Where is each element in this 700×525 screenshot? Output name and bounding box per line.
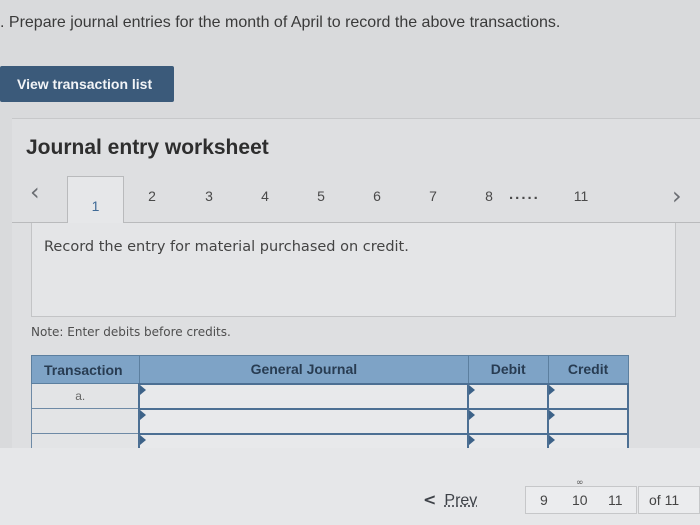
page-selector: 9 10 11 — [525, 486, 637, 514]
table-row — [31, 407, 629, 435]
tab-11[interactable]: 11 — [569, 188, 593, 204]
page-11-button[interactable]: 11 — [608, 492, 623, 508]
chevron-left-icon: < — [423, 490, 437, 509]
entry-description-box — [31, 223, 676, 317]
debit-input[interactable] — [467, 382, 550, 410]
credit-input[interactable] — [547, 407, 629, 435]
prev-label: Prev — [444, 492, 478, 509]
tab-5[interactable]: 5 — [309, 188, 333, 204]
column-header-general-journal: General Journal — [138, 355, 469, 384]
table-header-row: Transaction General Journal Debit Credit — [31, 355, 629, 384]
column-header-debit: Debit — [467, 355, 549, 384]
debit-input[interactable] — [467, 407, 550, 435]
tab-7[interactable]: 7 — [421, 188, 445, 204]
general-journal-input[interactable] — [138, 407, 470, 435]
link-icon: ∞ — [576, 478, 584, 488]
page-10-button[interactable]: 10 — [572, 492, 588, 508]
chevron-right-icon[interactable]: › — [672, 182, 682, 210]
tab-3[interactable]: 3 — [197, 188, 221, 204]
journal-table: Transaction General Journal Debit Credit… — [31, 355, 629, 460]
page-total-label: of 11 — [638, 486, 700, 514]
worksheet-title: Journal entry worksheet — [26, 136, 269, 159]
prev-button[interactable]: < Prev — [423, 490, 477, 510]
tab-6[interactable]: 6 — [365, 188, 389, 204]
column-header-transaction: Transaction — [31, 355, 140, 384]
tab-ellipsis: ..... — [509, 186, 540, 203]
page-9-button[interactable]: 9 — [540, 492, 548, 508]
transaction-cell: a. — [31, 383, 140, 409]
tab-2[interactable]: 2 — [140, 188, 164, 204]
tab-1[interactable]: 1 — [67, 176, 124, 224]
view-transaction-list-button[interactable]: View transaction list — [0, 66, 174, 102]
note-text: Note: Enter debits before credits. — [31, 325, 231, 339]
credit-input[interactable] — [547, 382, 629, 410]
tab-8[interactable]: 8 — [477, 188, 501, 204]
entry-description: Record the entry for material purchased … — [44, 239, 409, 255]
tab-4[interactable]: 4 — [253, 188, 277, 204]
general-journal-input[interactable] — [138, 382, 470, 410]
chevron-left-icon[interactable]: ‹ — [30, 178, 40, 206]
table-row: a. — [31, 382, 629, 410]
column-header-credit: Credit — [547, 355, 629, 384]
transaction-cell — [31, 408, 140, 434]
instruction-text: . Prepare journal entries for the month … — [0, 14, 561, 31]
